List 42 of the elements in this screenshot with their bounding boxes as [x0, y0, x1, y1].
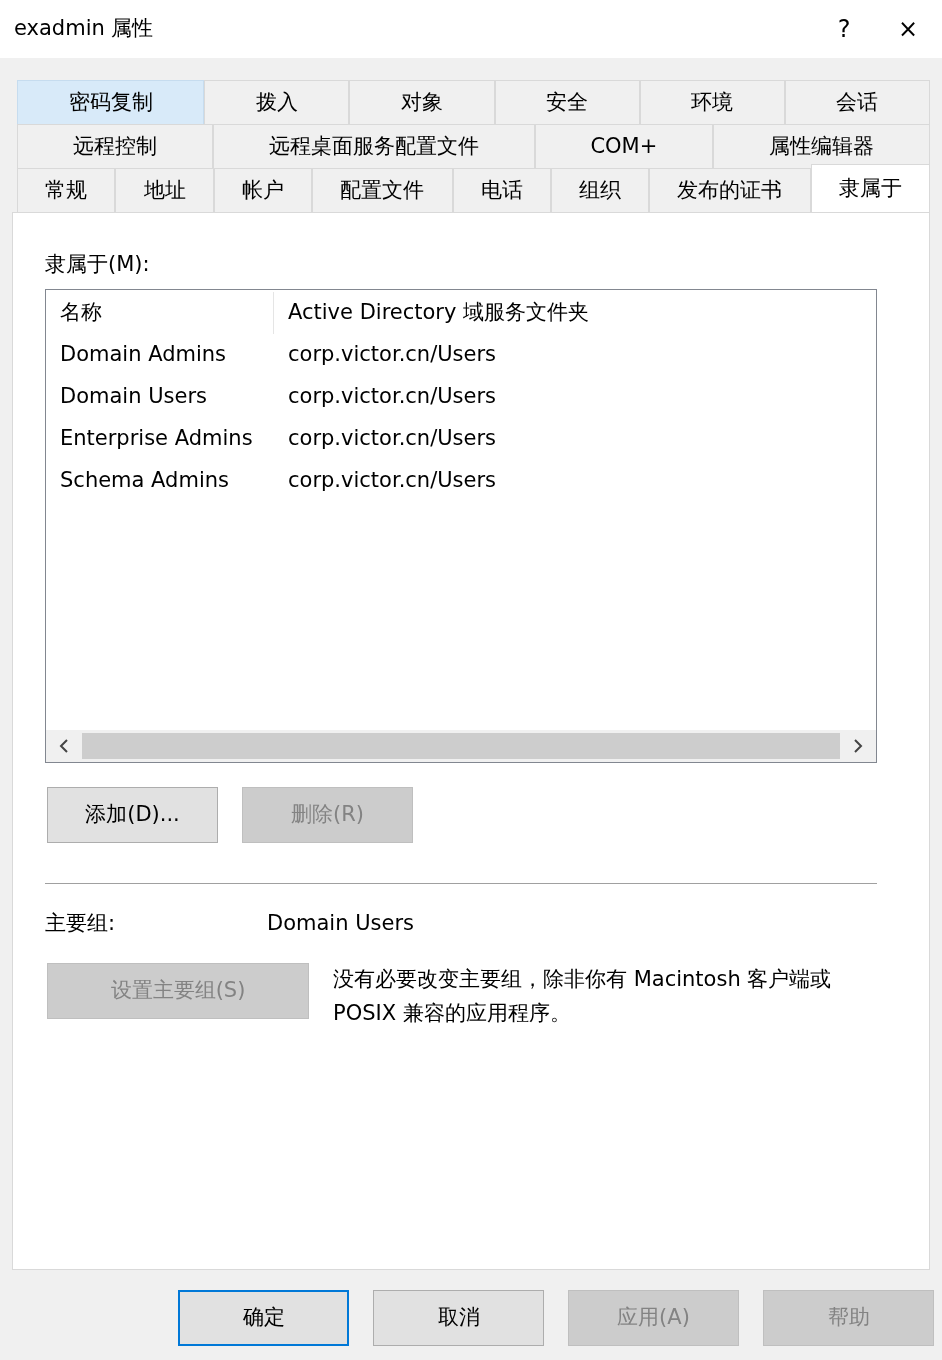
close-button[interactable]: ×: [888, 11, 928, 47]
tab[interactable]: 远程控制: [17, 124, 213, 168]
tab[interactable]: 配置文件: [312, 168, 453, 212]
tab[interactable]: 属性编辑器: [713, 124, 930, 168]
tab[interactable]: 组织: [550, 168, 650, 212]
scroll-thumb[interactable]: [82, 732, 840, 759]
tab[interactable]: 帐户: [213, 168, 313, 212]
tab[interactable]: 安全: [494, 80, 640, 124]
primary-group-value: Domain Users: [267, 909, 414, 937]
primary-group-note: 没有必要改变主要组，除非你有 Macintosh 客户端或 POSIX 兼容的应用程序。: [333, 966, 833, 1027]
tab[interactable]: 隶属于: [810, 164, 930, 212]
window-title: exadmin 属性: [14, 15, 154, 43]
tab[interactable]: 环境: [639, 80, 785, 124]
scroll-right-icon[interactable]: [852, 737, 864, 754]
add-button[interactable]: 添加(D)...: [47, 786, 218, 843]
tab[interactable]: 远程桌面服务配置文件: [212, 124, 535, 168]
help-button[interactable]: ?: [824, 11, 864, 47]
folder-cell-text: corp.victor.cn/Users: [287, 340, 497, 368]
folder-cell-text: corp.victor.cn/Users: [287, 382, 497, 410]
folder-cell-text: corp.victor.cn/Users: [287, 424, 497, 452]
tab[interactable]: 密码复制: [17, 80, 205, 124]
tab[interactable]: 常规: [17, 168, 116, 212]
tab[interactable]: 会话: [784, 80, 931, 124]
ok-button[interactable]: 确定: [178, 1290, 349, 1346]
group-name-cell-text: Schema Admins: [59, 466, 230, 494]
tab[interactable]: 电话: [452, 168, 551, 212]
column-header[interactable]: Active Directory 域服务文件夹: [274, 296, 590, 329]
scroll-left-icon[interactable]: [58, 737, 70, 754]
tab[interactable]: 拨入: [204, 80, 350, 124]
tab[interactable]: 对象: [349, 80, 495, 124]
tab[interactable]: COM+: [534, 124, 714, 168]
tab[interactable]: 地址: [115, 168, 214, 212]
tab[interactable]: 发布的证书: [649, 168, 811, 212]
group-name-cell-text: Enterprise Admins: [59, 424, 254, 452]
member-of-label: 隶属于(M):: [45, 251, 151, 278]
cancel-button[interactable]: 取消: [373, 1290, 544, 1346]
group-name-cell-text: Domain Users: [59, 382, 208, 410]
folder-cell-text: corp.victor.cn/Users: [287, 466, 497, 494]
primary-group-label: 主要组:: [45, 909, 117, 937]
group-name-cell-text: Domain Admins: [59, 340, 228, 368]
horizontal-scrollbar[interactable]: [46, 729, 876, 762]
column-header[interactable]: 名称: [46, 291, 274, 334]
